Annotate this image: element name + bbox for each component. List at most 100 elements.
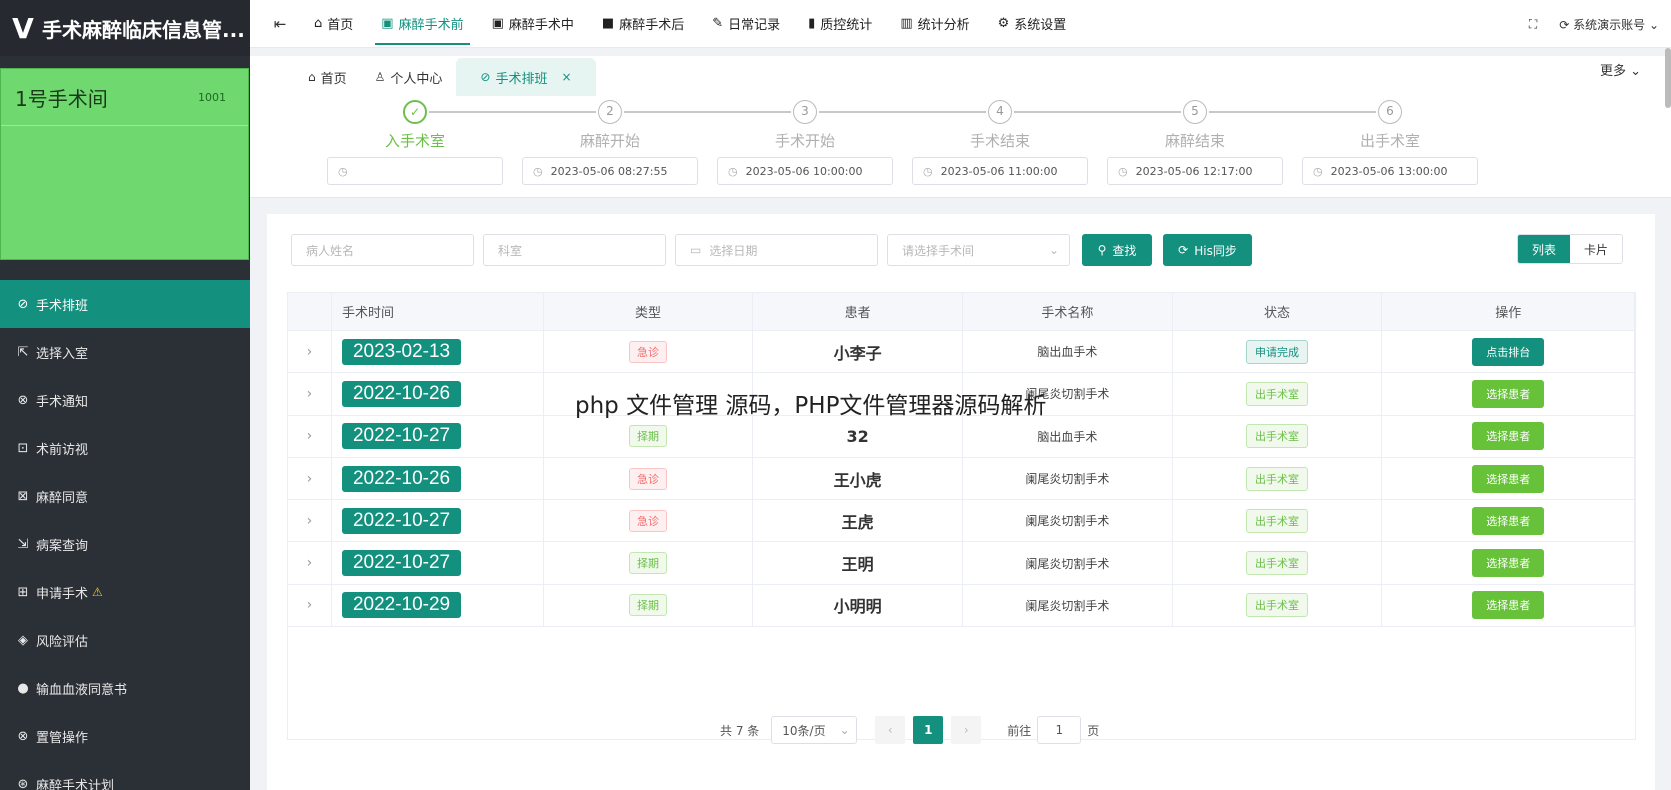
select-patient-button[interactable]: 选择患者 [1472,591,1545,620]
step-number: 5 [1183,100,1207,124]
select-patient-button[interactable]: 选择患者 [1472,422,1545,451]
close-icon[interactable]: × [562,70,572,84]
step-time-input[interactable]: ◷ 2023-05-06 12:17:00 [1107,157,1283,185]
clock-icon: ◷ [728,164,738,178]
sidebar-item[interactable]: ⊞ 申请手术 ⚠ [0,568,250,616]
date-picker[interactable]: ▭ 选择日期 [675,234,878,266]
nav-item-icon: ▣ [381,16,394,31]
table-cell: › [288,542,332,584]
sidebar-item[interactable]: ⇲ 病案查询 [0,520,250,568]
table-cell: 王小虎 [753,457,964,500]
sidebar-item[interactable]: ⇱ 选择入室 [0,328,250,376]
surgery-name: 阑尾炎切割手术 [1025,514,1110,529]
card-view-button[interactable]: 卡片 [1570,235,1622,263]
surgery-type-tag: 择期 [628,425,667,448]
nav-item[interactable]: ⚙ 系统设置 [984,0,1081,48]
page-scrollbar[interactable] [1665,48,1671,108]
table-cell: 32 [753,415,964,457]
nav-item[interactable]: ▮ 质控统计 [794,0,886,48]
search-button[interactable]: ⚲ 查找 [1082,234,1152,266]
sidebar-item[interactable]: ◈ 风险评估 [0,616,250,664]
sidebar-item[interactable]: ⊡ 术前访视 [0,424,250,472]
overlay-caption: php 文件管理 源码，PHP文件管理器源码解析 [575,393,1047,419]
nav-item-icon: ⌂ [314,16,323,31]
schedule-button[interactable]: 点击排台 [1472,337,1545,366]
status-badge: 出手术室 [1246,381,1309,406]
step-time-input[interactable]: ◷ 2023-05-06 13:00:00 [1302,157,1478,185]
page-tab[interactable]: ♙ 个人中心 [361,58,457,96]
sidebar-item[interactable]: ⊛ 麻醉手术计划 [0,760,250,790]
page-size-select[interactable]: 10条/页 ⌄ [771,716,858,744]
menu-collapse-icon[interactable]: ⇤ [266,15,294,33]
chevron-right-icon[interactable]: › [307,428,313,444]
step-number: 2 [598,100,622,124]
tab-icon: ♙ [374,70,386,84]
chevron-right-icon[interactable]: › [307,471,313,487]
select-patient-button[interactable]: 选择患者 [1472,464,1545,493]
select-patient-button[interactable]: 选择患者 [1472,379,1545,408]
select-patient-button[interactable]: 选择患者 [1472,549,1545,578]
page-number[interactable]: 1 [913,716,944,744]
list-view-button[interactable]: 列表 [1518,235,1570,263]
nav-item[interactable]: ▥ 统计分析 [886,0,983,48]
sidebar-item[interactable]: ● 输血血液同意书 [0,664,250,712]
nav-item[interactable]: ✎ 日常记录 [698,0,794,48]
table-row: › 2022-10-29 择期 小明明 阑尾炎切割手术 出手术室 选择患者 [288,584,1636,628]
department-input[interactable]: 科室 [483,234,666,266]
nav-item[interactable]: ■ 麻醉手术后 [588,0,698,48]
chevron-right-icon[interactable]: › [307,344,313,360]
patient-name: 小明明 [833,597,882,617]
app-logo[interactable]: V 手术麻醉临床信息管... [0,0,250,56]
step-connector [819,111,986,113]
sidebar-item[interactable]: ⊗ 手术通知 [0,376,250,424]
sidebar-item[interactable]: ⊘ 手术排班 [0,280,250,328]
step-time-input[interactable]: ◷ 2023-05-06 08:27:55 [522,157,698,185]
more-label: 更多 [1599,64,1626,79]
surgery-date: 2022-10-27 [341,507,462,534]
select-patient-button[interactable]: 选择患者 [1472,506,1545,535]
department-placeholder: 科室 [498,243,523,258]
step-connector [1014,111,1181,113]
fullscreen-icon[interactable]: ⛶ [1529,17,1537,32]
page-tab[interactable]: ⊘ 手术排班 × [456,58,596,96]
table-cell: 阑尾炎切割手术 [963,542,1173,584]
step-time-input[interactable]: ◷ 2023-05-06 11:00:00 [912,157,1088,185]
room-select[interactable]: 请选择手术间 ⌄ [887,234,1070,266]
table-cell: 申请完成 [1173,331,1383,373]
account-menu[interactable]: ⟳ 系统演示账号 ⌄ [1559,16,1659,33]
prev-page-button[interactable]: ‹ [875,716,906,744]
sidebar-item[interactable]: ⊗ 置管操作 [0,712,250,760]
sidebar-item[interactable]: ⊠ 麻醉同意 [0,472,250,520]
main-content: 病人姓名 科室 ▭ 选择日期 请选择手术间 ⌄ ⚲ 查找 ⟳ His同步 列表 卡片 手… [267,214,1655,790]
table-cell: 王明 [753,542,964,584]
step-time-input[interactable]: ◷ [327,157,503,185]
clock-icon: ◷ [1313,164,1323,178]
nav-item[interactable]: ⌂ 首页 [300,0,367,48]
chevron-right-icon[interactable]: › [307,555,313,571]
column-header: 手术时间 [332,293,544,330]
sidebar-item-label: 手术通知 [36,394,89,410]
chevron-right-icon[interactable]: › [307,597,313,613]
chevron-right-icon[interactable]: › [307,386,313,402]
goto-page-input[interactable]: 1 [1037,716,1082,744]
surgery-date: 2022-10-26 [341,380,462,407]
nav-item[interactable]: ▣ 麻醉手术中 [478,0,588,48]
clock-icon: ◷ [338,164,348,178]
step-time-value: 2023-05-06 12:17:00 [1135,164,1253,178]
nav-item[interactable]: ▣ 麻醉手术前 [367,0,477,48]
his-sync-button[interactable]: ⟳ His同步 [1163,234,1252,266]
step-title: 出手术室 [1359,132,1420,150]
chevron-right-icon[interactable]: › [307,513,313,529]
table-cell: 选择患者 [1382,415,1636,457]
table-header: 手术时间 类型 患者 手术名称 状态 操作 [288,293,1636,331]
surgery-name: 阑尾炎切割手术 [1025,556,1110,571]
patient-name-input[interactable]: 病人姓名 [291,234,474,266]
more-tabs-button[interactable]: 更多 ⌄ [1600,60,1641,79]
sidebar-item-icon: ⊡ [17,440,29,456]
page-tab[interactable]: ⌂ 首页 [294,58,361,96]
next-page-button[interactable]: › [951,716,982,744]
step-time-input[interactable]: ◷ 2023-05-06 10:00:00 [717,157,893,185]
operating-room-card[interactable]: 1号手术间 1001 [0,68,249,260]
app-title: 手术麻醉临床信息管... [42,17,245,42]
surgery-date: 2023-02-13 [341,338,462,365]
